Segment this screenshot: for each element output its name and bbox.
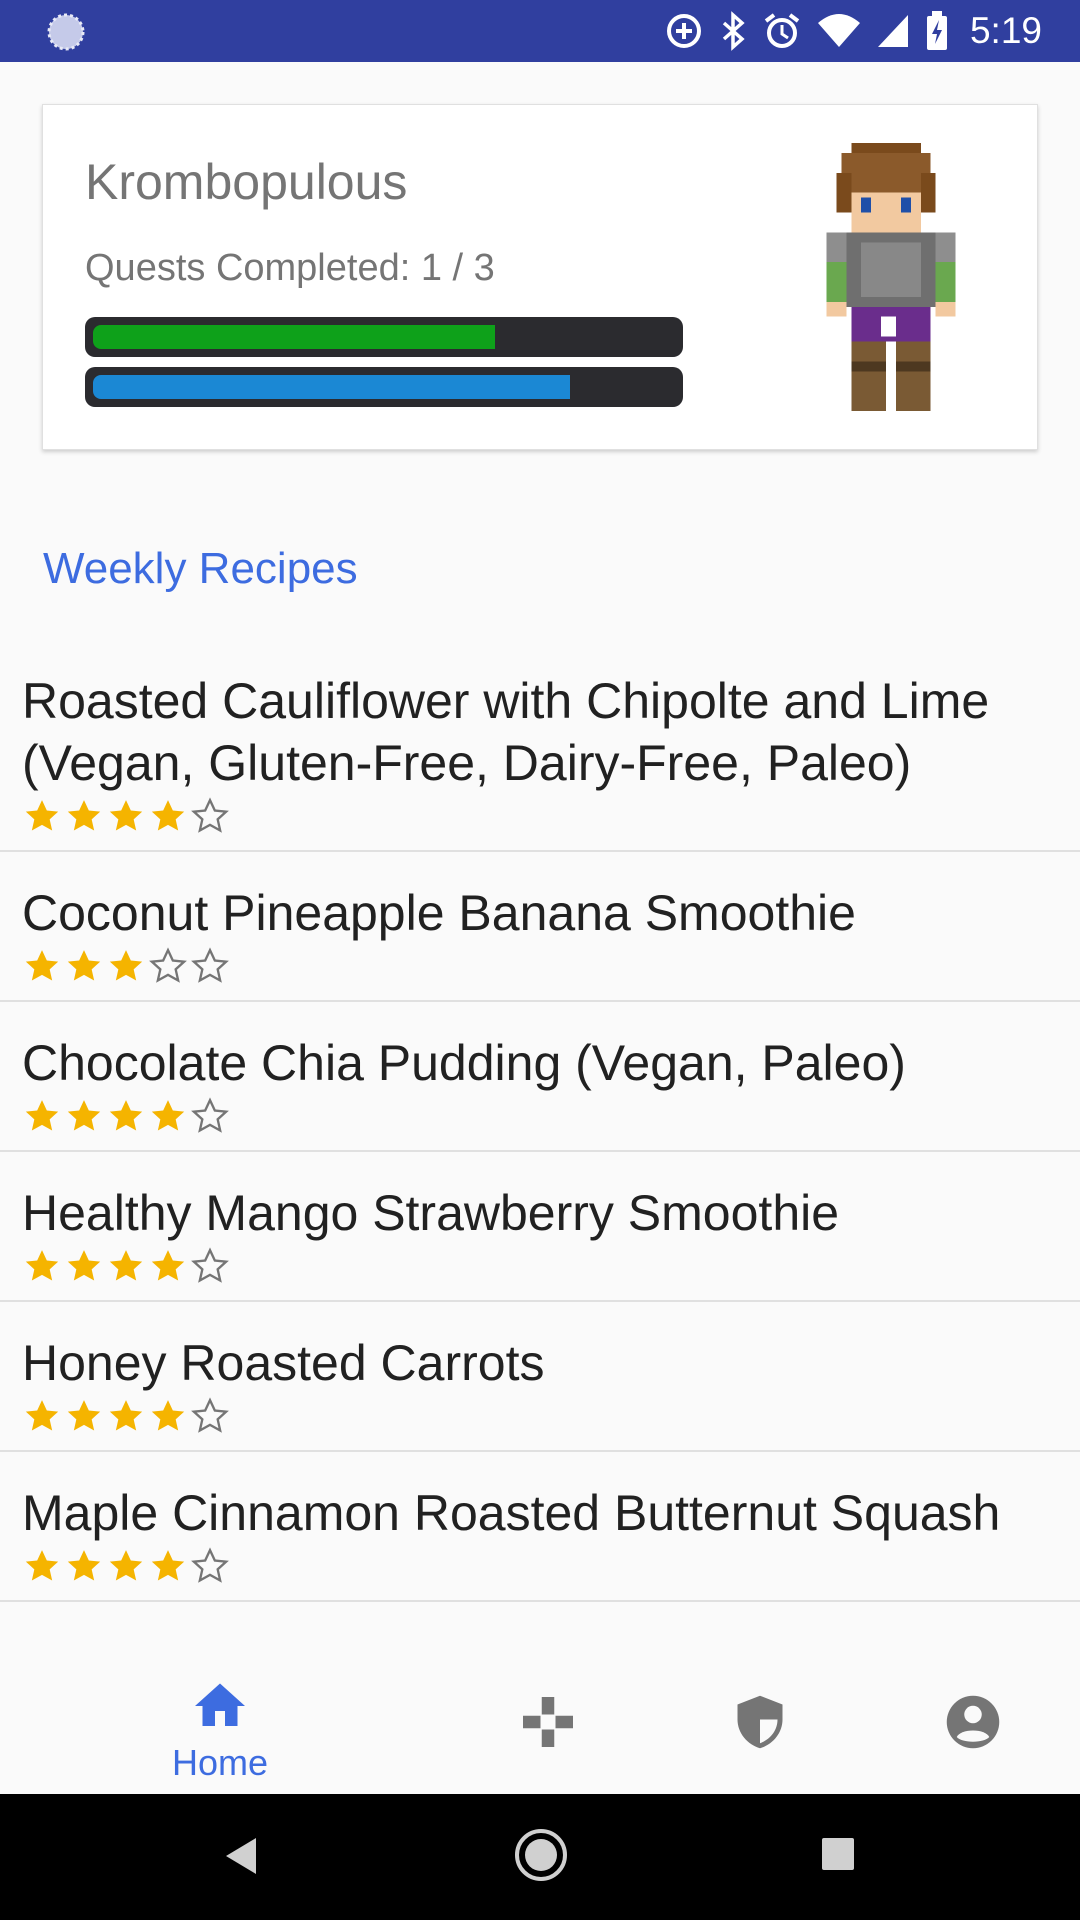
star-filled-icon — [109, 1400, 143, 1431]
star-filled-icon — [109, 950, 143, 981]
character-avatar[interactable] — [821, 143, 961, 411]
loading-icon — [47, 13, 85, 51]
star-filled-icon — [67, 1100, 101, 1131]
username: Krombopulous — [85, 154, 408, 210]
star-filled-icon — [109, 800, 143, 831]
recipe-title: Coconut Pineapple Banana Smoothie — [22, 885, 856, 941]
recipe-rating — [22, 946, 1058, 986]
status-bar: 5:19 — [0, 0, 1080, 62]
recipe-rating — [22, 1096, 1058, 1136]
star-filled-icon — [25, 1550, 59, 1581]
recipe-title: Chocolate Chia Pudding (Vegan, Paleo) — [22, 1035, 906, 1091]
home-icon — [195, 1683, 245, 1726]
nav-game[interactable] — [448, 1650, 648, 1794]
star-filled-icon — [67, 950, 101, 981]
back-icon[interactable] — [222, 1834, 258, 1878]
recipe-list-item[interactable]: Coconut Pineapple Banana Smoothie — [0, 852, 1080, 1002]
recipe-list-item[interactable]: Maple Cinnamon Roasted Butternut Squash — [0, 1452, 1080, 1602]
home-button-icon[interactable] — [513, 1827, 569, 1883]
alarm-icon — [764, 13, 800, 48]
star-empty-icon — [191, 1547, 229, 1583]
star-filled-icon — [25, 1400, 59, 1431]
recipe-list-item[interactable]: Healthy Mango Strawberry Smoothie — [0, 1152, 1080, 1302]
star-empty-icon — [149, 947, 187, 983]
star-filled-icon — [151, 1550, 185, 1581]
star-empty-icon — [191, 947, 229, 983]
recipe-title: Healthy Mango Strawberry Smoothie — [22, 1185, 840, 1241]
signal-icon — [877, 15, 908, 47]
status-time: 5:19 — [969, 10, 1042, 51]
star-filled-icon — [25, 1250, 59, 1281]
star-filled-icon — [67, 1400, 101, 1431]
health-bar — [85, 317, 683, 357]
recipe-title: Honey Roasted Carrots — [22, 1335, 545, 1391]
star-filled-icon — [67, 800, 101, 831]
health-bar-fill — [93, 325, 495, 349]
star-filled-icon — [151, 800, 185, 831]
experience-bar — [85, 367, 683, 407]
recipe-rating — [22, 1546, 1058, 1586]
star-empty-icon — [191, 1397, 229, 1433]
recipe-rating — [22, 796, 1058, 836]
star-filled-icon — [109, 1250, 143, 1281]
star-filled-icon — [151, 1100, 185, 1131]
nav-home[interactable]: Home — [120, 1650, 320, 1794]
recents-icon[interactable] — [820, 1836, 856, 1872]
star-empty-icon — [191, 1097, 229, 1133]
bottom-nav: Home — [0, 1650, 1080, 1794]
battery-charging-icon — [926, 11, 947, 50]
system-nav-bar — [0, 1794, 1080, 1920]
star-filled-icon — [67, 1550, 101, 1581]
star-filled-icon — [151, 1400, 185, 1431]
bluetooth-icon — [722, 11, 745, 51]
star-filled-icon — [67, 1250, 101, 1281]
section-title: Weekly Recipes — [43, 544, 358, 593]
account-icon — [946, 1695, 1000, 1749]
experience-bar-fill — [93, 375, 570, 399]
profile-card[interactable]: Krombopulous Quests Completed: 1 / 3 — [42, 104, 1038, 450]
recipe-list-item[interactable]: Honey Roasted Carrots — [0, 1302, 1080, 1452]
recipe-rating — [22, 1246, 1058, 1286]
shield-icon — [737, 1695, 783, 1749]
recipe-list[interactable]: Roasted Cauliflower with Chipolte and Li… — [0, 640, 1080, 1650]
gamepad-icon — [523, 1697, 573, 1747]
star-filled-icon — [25, 1100, 59, 1131]
quests-completed: Quests Completed: 1 / 3 — [85, 247, 495, 289]
recipe-title: Maple Cinnamon Roasted Butternut Squash — [22, 1485, 1001, 1541]
recipe-title: Roasted Cauliflower with Chipolte and Li… — [22, 673, 990, 791]
star-filled-icon — [25, 800, 59, 831]
star-filled-icon — [109, 1100, 143, 1131]
star-empty-icon — [191, 1247, 229, 1283]
recipe-list-item[interactable]: Chocolate Chia Pudding (Vegan, Paleo) — [0, 1002, 1080, 1152]
recipe-rating — [22, 1396, 1058, 1436]
star-filled-icon — [109, 1550, 143, 1581]
star-empty-icon — [191, 797, 229, 833]
nav-home-label: Home — [171, 1742, 269, 1783]
star-filled-icon — [25, 950, 59, 981]
recipe-list-item[interactable]: Roasted Cauliflower with Chipolte and Li… — [0, 640, 1080, 852]
data-saver-icon — [666, 14, 701, 48]
nav-account[interactable] — [873, 1650, 1073, 1794]
star-filled-icon — [151, 1250, 185, 1281]
wifi-icon — [817, 14, 860, 47]
nav-shield[interactable] — [660, 1650, 860, 1794]
